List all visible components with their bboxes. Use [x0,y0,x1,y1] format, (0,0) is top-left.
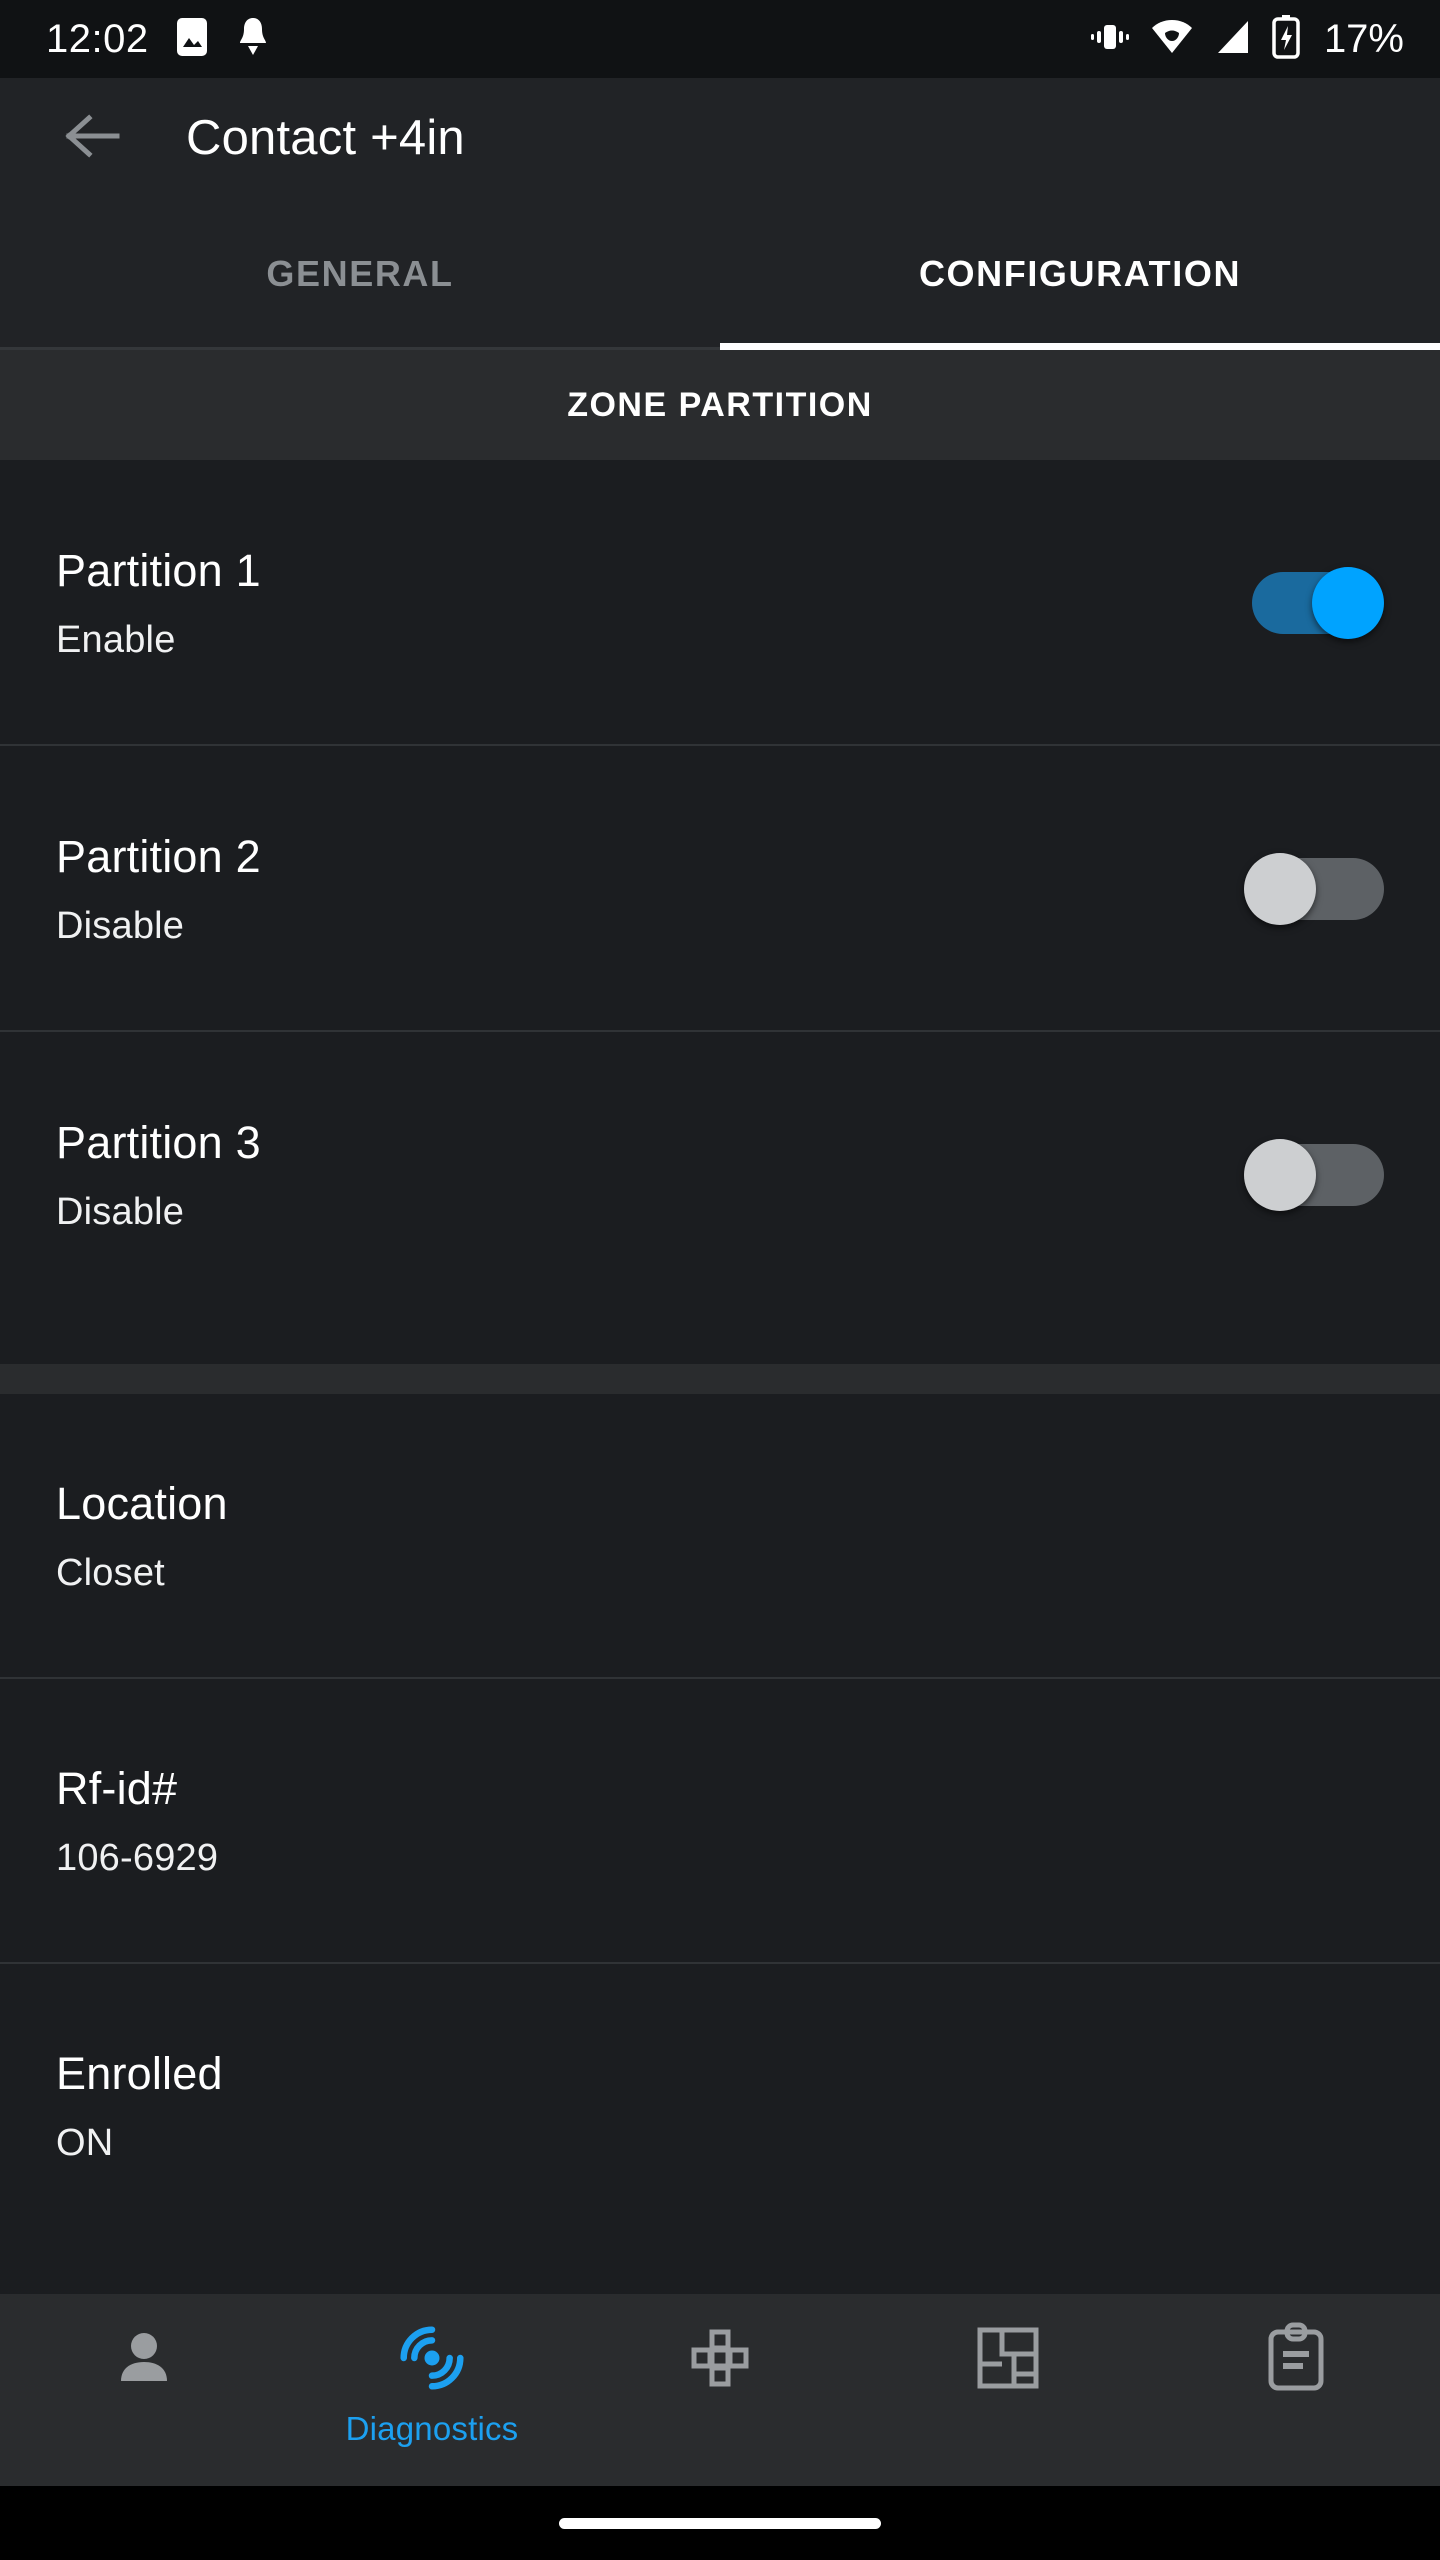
row-label: Enrolled [56,2047,223,2099]
row-value: 106-6929 [56,1836,219,1879]
row-partition-3[interactable]: Partition 3 Disable [0,1032,1440,1318]
tab-configuration[interactable]: CONFIGURATION [720,198,1440,350]
diagnostics-radar-icon [394,2320,470,2396]
toggle-thumb [1244,1139,1316,1211]
tab-bar: GENERAL CONFIGURATION [0,198,1440,350]
back-arrow-icon [65,113,121,163]
row-texts: Partition 2 Disable [56,831,1244,948]
person-icon [113,2320,175,2396]
row-label: Partition 2 [56,830,261,882]
bottom-navigation-bar: Diagnostics [0,2294,1440,2486]
wifi-icon [1150,19,1194,60]
status-bar-clock: 12:02 [46,16,149,61]
back-button[interactable] [62,107,124,169]
floorplan-icon [972,2320,1044,2396]
nav-item-diagnostics[interactable]: Diagnostics [288,2320,576,2448]
row-texts: Enrolled ON [56,2048,1384,2165]
row-texts: Location Closet [56,1478,1384,1595]
vibrate-icon [1090,17,1130,62]
row-value: ON [56,2121,114,2164]
notification-bell-icon [235,15,271,64]
row-partition-1[interactable]: Partition 1 Enable [0,460,1440,746]
device-details-list: Location Closet Rf-id# 106-6929 Enrolled… [0,1393,1440,2294]
keypad-icon [684,2320,756,2396]
toggle-thumb [1312,567,1384,639]
system-gesture-bar [0,2486,1440,2560]
row-rf-id[interactable]: Rf-id# 106-6929 [0,1678,1440,1964]
nav-item-keypad[interactable] [576,2320,864,2396]
row-texts: Partition 3 Disable [56,1117,1244,1234]
gesture-pill[interactable] [559,2517,881,2529]
row-label: Location [56,1477,228,1529]
status-bar: 12:02 17% [0,0,1440,78]
row-value: Enable [56,618,176,661]
status-bar-left: 12:02 [46,15,271,64]
tab-general[interactable]: GENERAL [0,198,720,350]
page-title: Contact +4in [186,111,465,165]
nav-item-label-diagnostics: Diagnostics [345,2410,519,2447]
row-texts: Partition 1 Enable [56,545,1244,662]
nav-item-clipboard[interactable] [1152,2320,1440,2396]
row-value: Disable [56,1190,185,1233]
row-value: Closet [56,1551,165,1594]
cellular-signal-icon [1214,19,1252,60]
row-texts: Rf-id# 106-6929 [56,1763,1384,1880]
clipboard-icon [1263,2320,1329,2396]
row-label: Partition 3 [56,1116,261,1168]
section-header-zone-partition: ZONE PARTITION [0,350,1440,460]
nav-item-person[interactable] [0,2320,288,2396]
tab-active-indicator [720,343,1440,350]
nav-item-floorplan[interactable] [864,2320,1152,2396]
row-value: Disable [56,904,185,947]
section-gap-band [0,1363,1440,1394]
toggle-partition-1[interactable] [1244,565,1384,641]
toggle-partition-2[interactable] [1244,851,1384,927]
battery-charging-icon [1272,14,1300,64]
status-bar-right: 17% [1090,14,1404,64]
zone-partition-list: Partition 1 Enable Partition 2 Disable P [0,460,1440,1364]
toggle-partition-3[interactable] [1244,1137,1384,1213]
battery-percent-label: 17% [1323,16,1404,61]
phone-screen: 12:02 17% Contact +4in GENERAL CONFIGURA… [0,0,1440,2560]
row-label: Partition 1 [56,544,261,596]
toggle-thumb [1244,853,1316,925]
photo-icon [175,16,209,63]
row-label: Rf-id# [56,1762,178,1814]
app-bar: Contact +4in [0,78,1440,198]
row-enrolled[interactable]: Enrolled ON [0,1963,1440,2249]
row-partition-2[interactable]: Partition 2 Disable [0,746,1440,1032]
row-location[interactable]: Location Closet [0,1393,1440,1679]
